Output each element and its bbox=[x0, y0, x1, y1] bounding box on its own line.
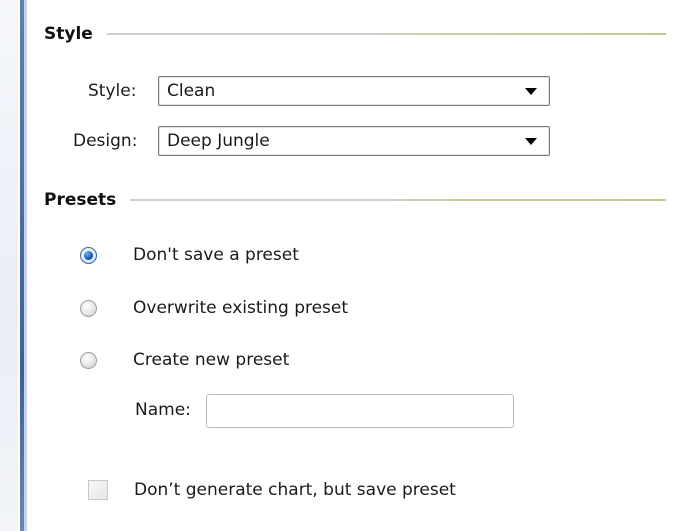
radio-button-checked[interactable] bbox=[80, 246, 97, 264]
design-select-value: Deep Jungle bbox=[167, 131, 270, 151]
design-select[interactable]: Deep Jungle bbox=[158, 126, 550, 156]
save-preset-only-option[interactable]: Don’t generate chart, but save preset bbox=[88, 475, 456, 505]
style-section-title: Style bbox=[44, 24, 93, 44]
preset-name-input[interactable] bbox=[206, 394, 514, 428]
radio-overwrite-preset[interactable]: Overwrite existing preset bbox=[80, 293, 348, 323]
section-divider bbox=[130, 199, 666, 201]
style-label: Style: bbox=[88, 81, 137, 101]
section-divider bbox=[106, 33, 666, 35]
design-label: Design: bbox=[73, 131, 138, 151]
name-label: Name: bbox=[135, 400, 191, 420]
style-section-header: Style bbox=[44, 21, 666, 47]
checkbox[interactable] bbox=[88, 480, 108, 500]
chevron-down-icon[interactable] bbox=[525, 87, 537, 95]
radio-label: Overwrite existing preset bbox=[133, 298, 349, 318]
radio-button[interactable] bbox=[80, 351, 97, 369]
style-select-value: Clean bbox=[167, 81, 216, 101]
presets-section-header: Presets bbox=[44, 187, 666, 213]
radio-dont-save-preset[interactable]: Don't save a preset bbox=[80, 240, 299, 270]
radio-button[interactable] bbox=[80, 299, 97, 317]
radio-create-new-preset[interactable]: Create new preset bbox=[80, 345, 289, 375]
chevron-down-icon[interactable] bbox=[525, 137, 537, 145]
checkbox-label: Don’t generate chart, but save preset bbox=[134, 480, 456, 500]
chart-options-panel: Style Style: Clean Design: Deep Jungle P… bbox=[0, 0, 683, 531]
presets-section-title: Presets bbox=[44, 190, 117, 210]
radio-label: Create new preset bbox=[133, 350, 290, 370]
style-select[interactable]: Clean bbox=[158, 76, 550, 106]
radio-label: Don't save a preset bbox=[133, 245, 299, 265]
window-left-border bbox=[0, 0, 37, 531]
